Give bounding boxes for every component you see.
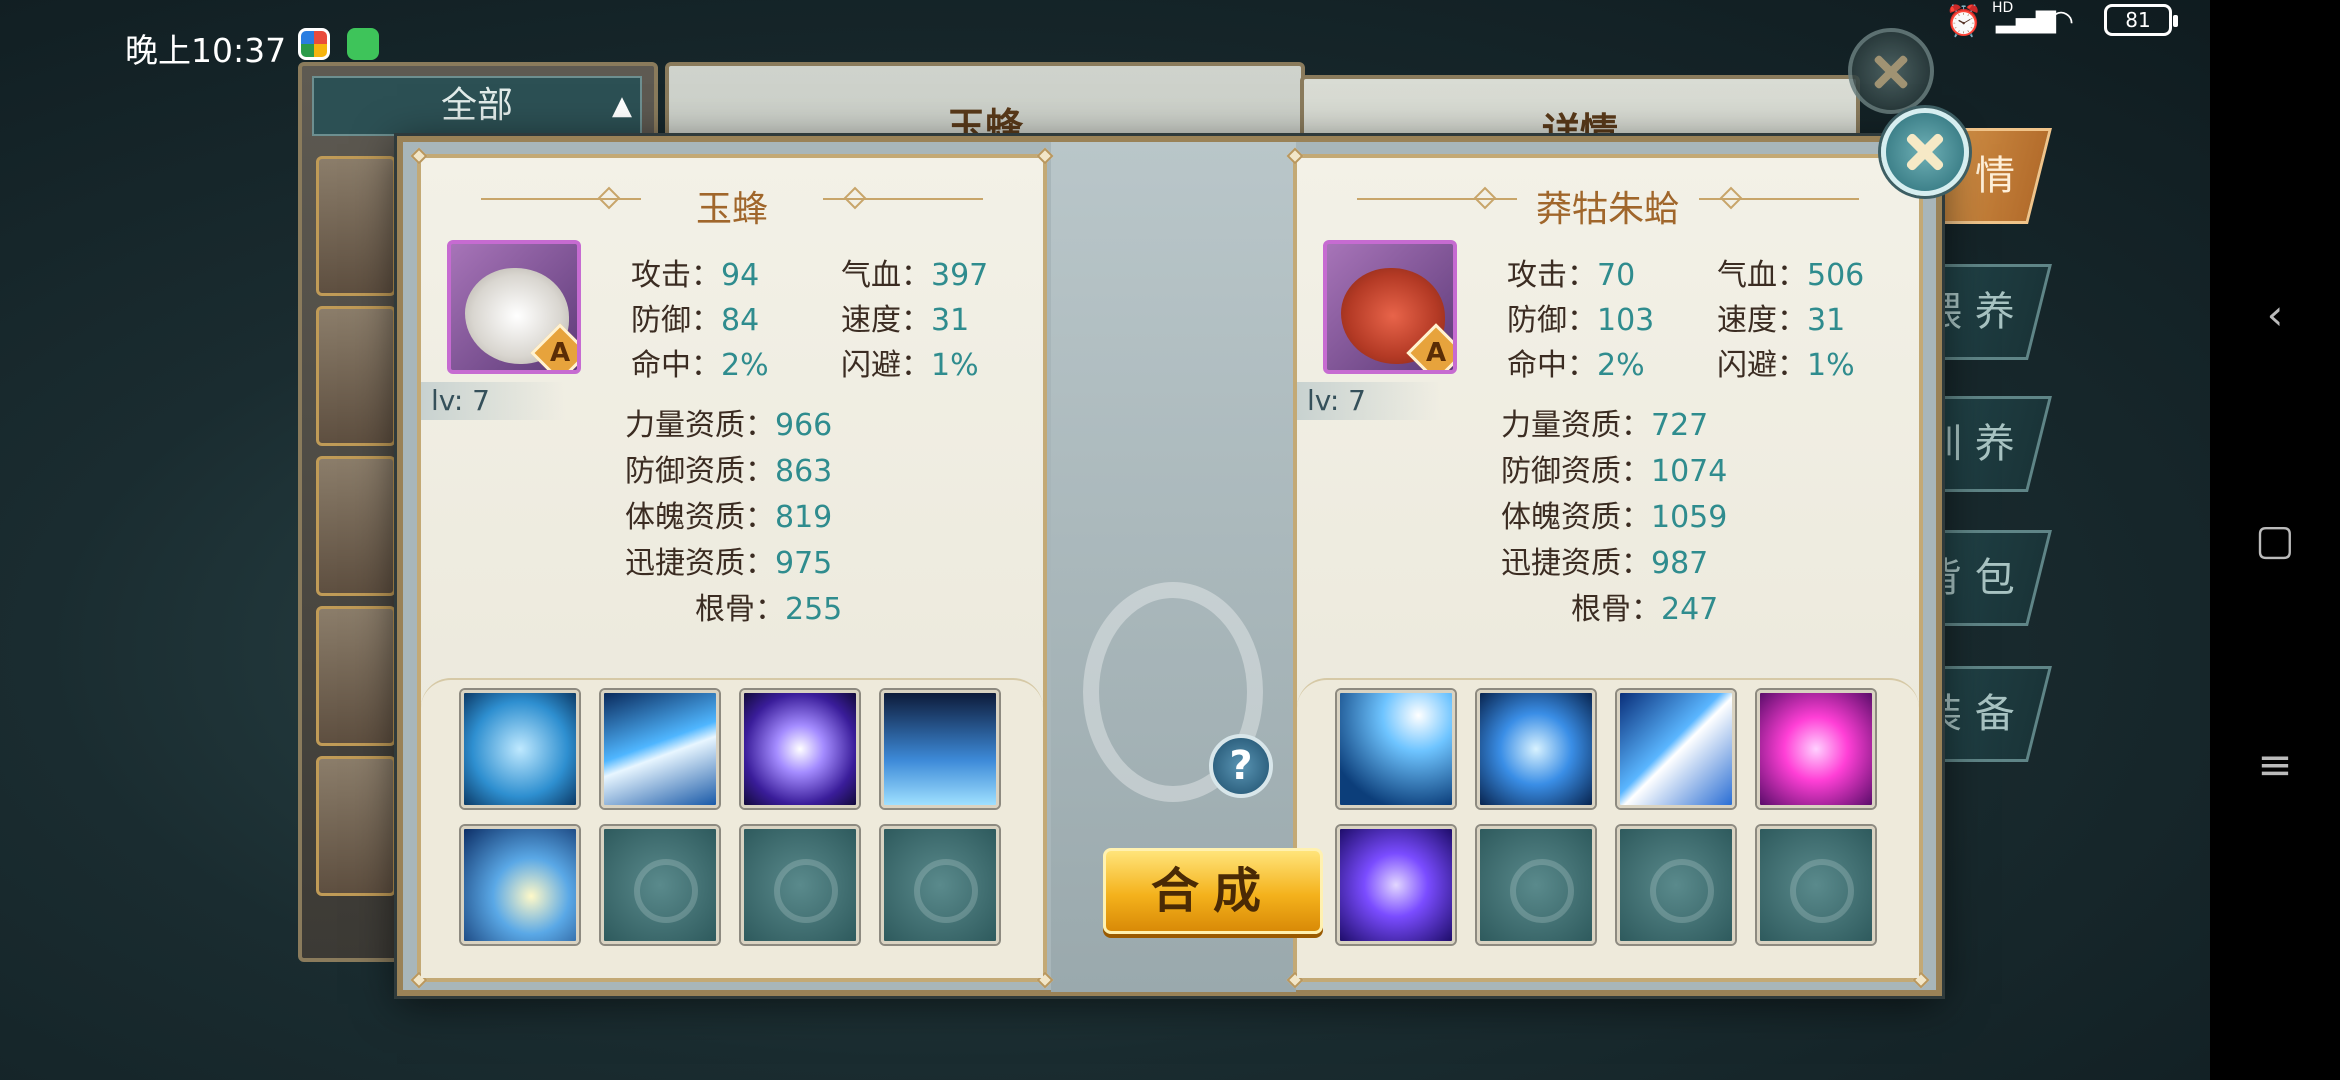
pet-list-item[interactable] (316, 756, 396, 896)
chevron-up-icon: ▲ (612, 91, 632, 121)
defense-aptitude: 防御资质：863 (625, 454, 833, 489)
purple-vortex-skill-icon[interactable] (1337, 826, 1455, 944)
pet-name: 莽牯朱蛤 (1535, 189, 1680, 230)
empty-skill-slot (1757, 826, 1875, 944)
filter-label: 全部 (440, 85, 513, 126)
pet-list-item[interactable] (316, 156, 396, 296)
status-time: 晚上10:37 (125, 31, 287, 70)
close-icon[interactable] (1881, 108, 1969, 196)
pink-vortex-skill-icon[interactable] (1757, 690, 1875, 808)
speed-stat: 速度：31 (1717, 303, 1846, 338)
lightning-crescent-skill-icon[interactable] (461, 826, 579, 944)
empty-skill-slot (1617, 826, 1735, 944)
light-streak-skill-icon[interactable] (601, 690, 719, 808)
skills-grid (421, 678, 1043, 978)
thunder-skill-icon[interactable] (1337, 690, 1455, 808)
alarm-icon: ⏰ (1945, 4, 1983, 39)
speed-stat: 速度：31 (841, 303, 970, 338)
constitution-aptitude: 体魄资质：1059 (1501, 500, 1728, 535)
pet-portrait: A (1323, 240, 1457, 374)
defense-stat: 防御：84 (631, 303, 760, 338)
empty-skill-slot (741, 826, 859, 944)
hp-stat: 气血：506 (1717, 258, 1865, 293)
bone-stat: 根骨：255 (695, 592, 843, 627)
chat-app-icon (347, 28, 379, 60)
pet-list-item[interactable] (316, 306, 396, 446)
lightning-bolt-skill-icon[interactable] (1617, 690, 1735, 808)
system-nav-bar: ‹ ▢ ≡ (2210, 0, 2340, 1080)
empty-skill-slot (601, 826, 719, 944)
wifi-icon: ◠ (2048, 4, 2075, 39)
pet-portrait: A (447, 240, 581, 374)
browser-app-icon (298, 28, 330, 60)
pet-level: lv: 7 (421, 382, 565, 420)
ice-shard-skill-icon[interactable] (881, 690, 999, 808)
constitution-aptitude: 体魄资质：819 (625, 500, 833, 535)
home-icon[interactable]: ▢ (2210, 510, 2340, 570)
skills-grid (1297, 678, 1919, 978)
pet-list-item[interactable] (316, 456, 396, 596)
purple-orb-skill-icon[interactable] (741, 690, 859, 808)
background-close-icon[interactable] (1848, 28, 1934, 114)
hit-stat: 命中：2% (631, 348, 769, 383)
pet-name: 玉蜂 (695, 189, 768, 230)
hit-stat: 命中：2% (1507, 348, 1645, 383)
hp-stat: 气血：397 (841, 258, 989, 293)
attack-stat: 攻击：70 (1507, 258, 1636, 293)
empty-skill-slot (1477, 826, 1595, 944)
pet-level: lv: 7 (1297, 382, 1441, 420)
water-heart-skill-icon[interactable] (1477, 690, 1595, 808)
bone-stat: 根骨：247 (1571, 592, 1719, 627)
signal-icon: ▂▄▆ (1996, 4, 2056, 34)
strength-aptitude: 力量资质：727 (1501, 408, 1709, 443)
pet-list-item[interactable] (316, 606, 396, 746)
dodge-stat: 闪避：1% (1717, 348, 1855, 383)
compose-button[interactable]: 合成 (1103, 848, 1323, 934)
right-pet-panel: 莽牯朱蛤 A lv: 7 攻击：70 气血：506 防御：103 速度：31 命… (1286, 147, 1930, 989)
compose-dialog: 玉蜂 A lv: 7 攻击：94 气血：397 防御：84 速度：31 命中：2… (397, 136, 1942, 996)
back-icon[interactable]: ‹ (2210, 285, 2340, 345)
battery-indicator: 81 (2104, 4, 2178, 36)
dodge-stat: 闪避：1% (841, 348, 979, 383)
defense-aptitude: 防御资质：1074 (1501, 454, 1728, 489)
help-button[interactable]: ? (1209, 734, 1273, 798)
strength-aptitude: 力量资质：966 (625, 408, 833, 443)
menu-icon[interactable]: ≡ (2210, 735, 2340, 795)
left-pet-panel: 玉蜂 A lv: 7 攻击：94 气血：397 防御：84 速度：31 命中：2… (410, 147, 1054, 989)
agility-aptitude: 迅捷资质：987 (1501, 546, 1709, 581)
agility-aptitude: 迅捷资质：975 (625, 546, 833, 581)
blade-orb-skill-icon[interactable] (461, 690, 579, 808)
defense-stat: 防御：103 (1507, 303, 1655, 338)
attack-stat: 攻击：94 (631, 258, 760, 293)
filter-dropdown[interactable]: 全部 ▲ (312, 76, 642, 136)
empty-skill-slot (881, 826, 999, 944)
